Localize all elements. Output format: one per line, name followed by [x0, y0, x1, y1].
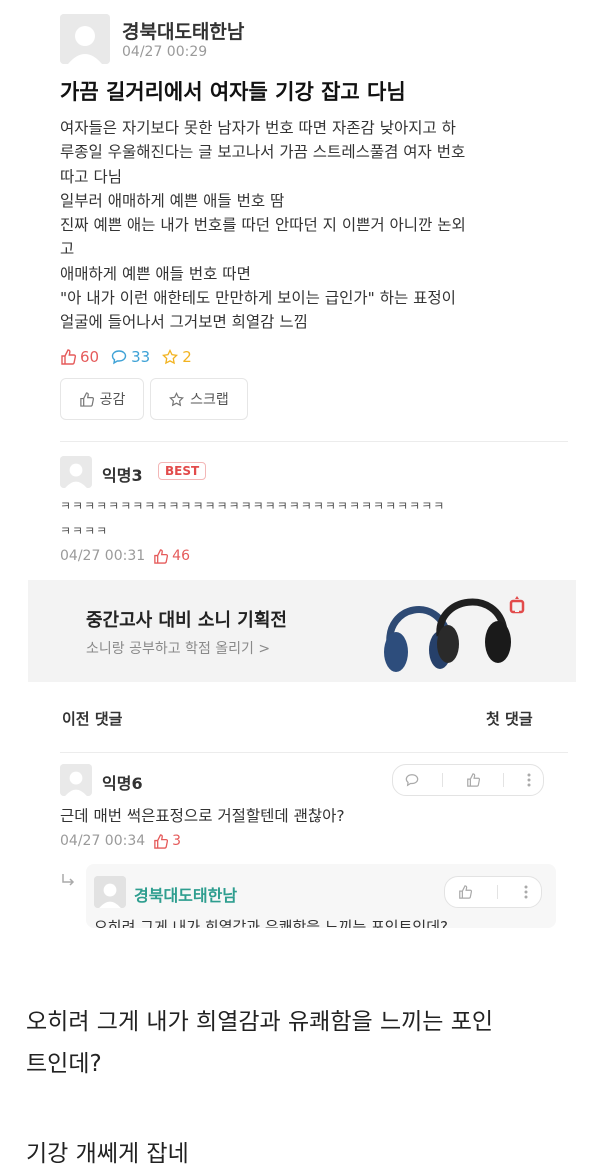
avatar-placeholder-icon [60, 456, 92, 488]
post-divider [60, 441, 568, 442]
comment-actions [392, 764, 544, 796]
more-options-icon[interactable] [527, 773, 531, 787]
prev-comments-link[interactable]: 이전 댓글 [62, 708, 122, 729]
post-body-line: 진짜 예쁜 애는 내가 번호를 따던 안따던 지 이쁜거 아니깐 논외 [60, 216, 466, 235]
avatar-placeholder-icon [94, 876, 126, 908]
best-comment-date: 04/27 00:31 [60, 548, 146, 564]
avatar-placeholder-icon [60, 764, 92, 796]
best-comment-avatar[interactable] [60, 456, 92, 488]
action-separator [503, 773, 505, 787]
first-comment-link[interactable]: 첫 댓글 [486, 708, 533, 729]
comment-likes-value: 3 [172, 833, 182, 849]
post-scrap-count-value: 2 [182, 348, 192, 366]
thumbs-up-icon[interactable] [466, 773, 480, 787]
like-button-label: 공감 [99, 392, 126, 408]
ad-banner[interactable]: 중간고사 대비 소니 기획전 소니랑 공부하고 학점 올리기 > [28, 580, 576, 682]
post-like-count: 60 [60, 348, 99, 366]
best-comment-line: ㅋㅋㅋㅋㅋㅋㅋㅋㅋㅋㅋㅋㅋㅋㅋㅋㅋㅋㅋㅋㅋㅋㅋㅋㅋㅋㅋㅋㅋㅋㅋㅋ [60, 499, 446, 513]
scrap-button[interactable]: 스크랩 [150, 378, 248, 420]
post-body-line: 여자들은 자기보다 못한 남자가 번호 따면 자존감 낮아지고 하 [60, 119, 456, 137]
comments-divider [60, 752, 568, 753]
action-separator [497, 885, 499, 899]
best-comment-meta: 04/27 00:31 46 [60, 548, 190, 564]
comment-likes: 3 [153, 833, 181, 849]
post-body-line: "아 내가 이런 애한테도 만만하게 보이는 급인가" 하는 표정이 [60, 289, 456, 308]
reply-arrow-icon [62, 874, 75, 886]
ad-brand-icon [509, 596, 525, 614]
best-comment-line: ㅋㅋㅋㅋ [60, 524, 109, 538]
comment-text: 근데 매번 썩은표정으로 거절할텐데 괜찮아? [60, 807, 345, 825]
action-separator [441, 773, 443, 787]
post-scrap-count: 2 [162, 348, 192, 366]
post-comment-count: 33 [111, 348, 150, 366]
post-comment-count-value: 33 [131, 348, 151, 366]
comment-icon [111, 350, 127, 365]
post-author-name[interactable]: 경북대도태한남 [122, 17, 244, 44]
best-comment-author[interactable]: 익명3 [102, 462, 143, 486]
caption-line: 트인데? [26, 1051, 102, 1077]
star-icon [162, 349, 179, 365]
like-button[interactable]: 공감 [60, 378, 144, 420]
scrap-button-label: 스크랩 [190, 392, 229, 408]
post-date: 04/27 00:29 [122, 44, 208, 60]
more-options-icon[interactable] [524, 885, 528, 899]
caption-line: 기강 개쎄게 잡네 [26, 1141, 189, 1167]
best-comment-likes: 46 [153, 548, 190, 564]
reply-icon[interactable] [405, 773, 419, 787]
post-body-line: 고 [60, 240, 75, 259]
best-comment-text: ㅋㅋㅋㅋㅋㅋㅋㅋㅋㅋㅋㅋㅋㅋㅋㅋㅋㅋㅋㅋㅋㅋㅋㅋㅋㅋㅋㅋㅋㅋㅋㅋ ㅋㅋㅋㅋ [60, 494, 445, 544]
comment-author[interactable]: 익명6 [102, 770, 143, 794]
star-icon [169, 391, 185, 406]
post-author-avatar[interactable] [60, 14, 110, 64]
reply-box: 경북대도태한남 오히려 그게 내가 희열감과 유쾌함을 느끼는 포인트인데? [86, 864, 556, 928]
comment-meta: 04/27 00:34 3 [60, 833, 181, 849]
post-body-line: 얼굴에 들어나서 그거보면 희열감 느낌 [60, 313, 308, 332]
reply-actions [444, 876, 542, 908]
comment-avatar[interactable] [60, 764, 92, 796]
post-title: 가끔 길거리에서 여자들 기강 잡고 다님 [60, 80, 406, 104]
thumbs-up-icon [154, 833, 169, 849]
post-body: 여자들은 자기보다 못한 남자가 번호 따면 자존감 낮아지고 하 루종일 우울… [60, 116, 580, 335]
post-body-line: 일부러 애매하게 예쁜 애들 번호 땀 [60, 191, 285, 210]
avatar-placeholder-icon [60, 14, 110, 64]
reply-author[interactable]: 경북대도태한남 [134, 882, 237, 906]
post-body-line: 따고 다님 [60, 167, 122, 186]
ad-title: 중간고사 대비 소니 기획전 [86, 610, 287, 631]
best-comment-likes-value: 46 [172, 548, 190, 564]
ad-subtitle: 소니랑 공부하고 학점 올리기 > [86, 641, 271, 657]
headphones-image [384, 598, 511, 672]
comment-date: 04/27 00:34 [60, 833, 146, 849]
post-body-line: 루종일 우울해진다는 글 보고나서 가끔 스트레스풀겸 여자 번호 [60, 143, 466, 162]
best-badge: BEST [158, 462, 207, 480]
thumbs-up-icon [61, 349, 76, 365]
caption-line: 오히려 그게 내가 희열감과 유쾌함을 느끼는 포인 [26, 1009, 494, 1035]
reply-text: 오히려 그게 내가 희열감과 유쾌함을 느끼는 포인트인데? [94, 918, 448, 928]
thumbs-up-icon [154, 548, 169, 564]
post-body-line: 애매하게 예쁜 애들 번호 따면 [60, 264, 251, 283]
post-stats: 60 33 2 [60, 348, 192, 366]
thumbs-up-icon[interactable] [458, 885, 472, 899]
reply-avatar[interactable] [94, 876, 126, 908]
thumbs-up-icon [79, 391, 94, 407]
post-like-count-value: 60 [80, 348, 100, 366]
